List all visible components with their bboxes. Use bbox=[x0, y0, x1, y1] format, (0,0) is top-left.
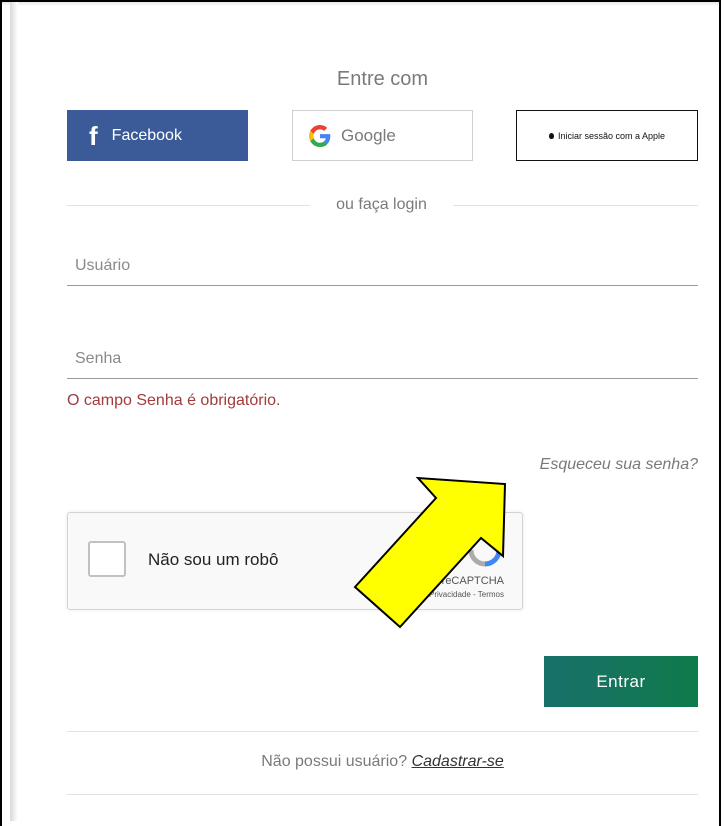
signup-prompt-text: Não possui usuário? bbox=[261, 753, 408, 770]
signup-prompt: Não possui usuário? Cadastrar-se bbox=[0, 753, 725, 771]
footer-divider-top bbox=[67, 731, 698, 732]
recaptcha-brand: reCAPTCHA bbox=[441, 575, 504, 587]
username-input[interactable] bbox=[67, 246, 698, 286]
google-login-button[interactable]: Google bbox=[292, 110, 473, 161]
divider-line-right bbox=[453, 205, 698, 206]
divider-line-left bbox=[67, 205, 310, 206]
google-label: Google bbox=[341, 125, 396, 145]
facebook-icon: f bbox=[89, 120, 98, 151]
login-title: Entre com bbox=[336, 68, 429, 90]
signup-link[interactable]: Cadastrar-se bbox=[412, 753, 504, 770]
google-icon bbox=[309, 124, 331, 147]
apple-login-button[interactable]: Iniciar sessão com a Apple bbox=[516, 110, 698, 161]
recaptcha-checkbox[interactable] bbox=[88, 541, 126, 577]
forgot-password-link[interactable]: Esqueceu sua senha? bbox=[540, 456, 698, 474]
footer-divider-bottom bbox=[67, 794, 698, 795]
divider-label: ou faça login bbox=[336, 196, 427, 213]
recaptcha-widget: Não sou um robô reCAPTCHA Privacidade - … bbox=[67, 512, 523, 610]
recaptcha-logo-icon bbox=[468, 533, 502, 567]
recaptcha-terms-link[interactable]: Privacidade - Termos bbox=[429, 590, 504, 599]
password-input[interactable] bbox=[67, 339, 698, 379]
apple-label: Iniciar sessão com a Apple bbox=[557, 130, 666, 141]
recaptcha-label: Não sou um robô bbox=[148, 550, 279, 569]
facebook-label: Facebook bbox=[111, 126, 182, 144]
apple-icon bbox=[548, 132, 554, 139]
facebook-login-button[interactable]: f Facebook bbox=[67, 110, 248, 161]
submit-button[interactable]: Entrar bbox=[544, 656, 698, 707]
password-error-message: O campo Senha é obrigatório. bbox=[67, 392, 281, 409]
